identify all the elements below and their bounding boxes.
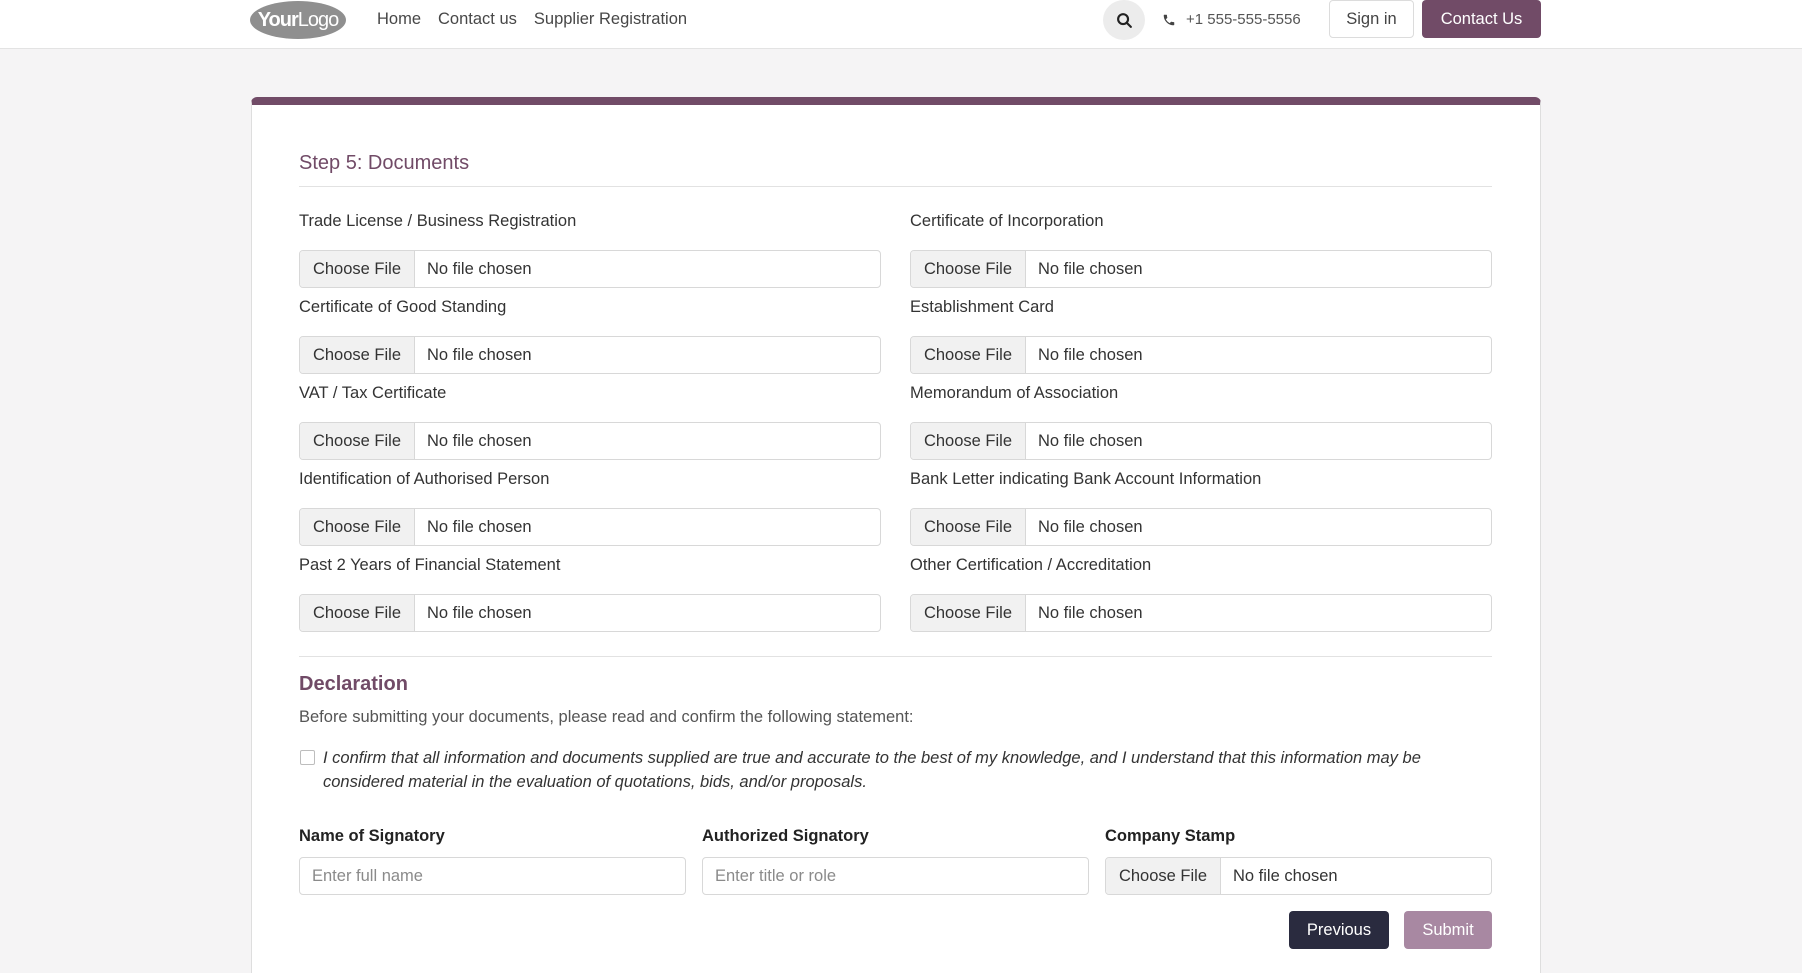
logo[interactable]: Your Logo [250,1,346,39]
search-icon [1116,12,1132,28]
file-status: No file chosen [1038,345,1143,364]
choose-file-button[interactable]: Choose File [300,251,415,287]
document-label: Bank Letter indicating Bank Account Info… [910,470,1262,488]
search-button[interactable] [1103,0,1145,40]
document-file-input[interactable]: Choose File No file chosen [910,508,1492,546]
document-file-input[interactable]: Choose File No file chosen [910,250,1492,288]
divider [299,656,1492,657]
site-header: Your Logo Home Contact us Supplier Regist… [0,0,1802,49]
step-title: Step 5: Documents [299,152,470,174]
logo-light-text: Logo [297,8,339,31]
main-nav: Home Contact us Supplier Registration [377,10,687,29]
choose-file-button[interactable]: Choose File [300,337,415,373]
document-label: Certificate of Good Standing [299,298,507,316]
document-label: Certificate of Incorporation [910,212,1104,230]
file-status: No file chosen [1038,259,1143,278]
document-file-input[interactable]: Choose File No file chosen [910,422,1492,460]
document-label: Past 2 Years of Financial Statement [299,556,561,574]
declaration-intro: Before submitting your documents, please… [299,708,914,726]
document-file-input[interactable]: Choose File No file chosen [910,594,1492,632]
phone-contact[interactable]: +1 555-555-5556 [1162,11,1301,28]
document-file-input[interactable]: Choose File No file chosen [299,250,881,288]
phone-number: +1 555-555-5556 [1186,11,1301,28]
document-label: Other Certification / Accreditation [910,556,1152,574]
declaration-title: Declaration [299,673,408,695]
document-label: VAT / Tax Certificate [299,384,447,402]
file-status: No file chosen [1038,517,1143,536]
phone-icon [1163,14,1175,25]
nav-supplier-registration[interactable]: Supplier Registration [534,10,687,29]
document-label: Memorandum of Association [910,384,1119,402]
company-stamp-file-input[interactable]: Choose File No file chosen [1105,857,1492,895]
file-status: No file chosen [427,345,532,364]
document-file-input[interactable]: Choose File No file chosen [299,336,881,374]
choose-file-button[interactable]: Choose File [300,423,415,459]
file-status: No file chosen [427,259,532,278]
document-file-input[interactable]: Choose File No file chosen [299,422,881,460]
choose-file-button[interactable]: Choose File [911,509,1026,545]
document-file-input[interactable]: Choose File No file chosen [910,336,1492,374]
file-status: No file chosen [427,603,532,622]
name-of-signatory-input[interactable] [299,857,686,895]
choose-file-button[interactable]: Choose File [911,595,1026,631]
name-of-signatory-label: Name of Signatory [299,827,445,845]
choose-file-button[interactable]: Choose File [911,251,1026,287]
nav-contact-us[interactable]: Contact us [438,10,517,29]
document-label: Trade License / Business Registration [299,212,577,230]
choose-file-button[interactable]: Choose File [300,509,415,545]
file-status: No file chosen [427,431,532,450]
choose-file-button[interactable]: Choose File [911,337,1026,373]
submit-button[interactable]: Submit [1404,911,1492,949]
choose-file-button[interactable]: Choose File [1106,858,1221,894]
choose-file-button[interactable]: Choose File [911,423,1026,459]
document-label: Establishment Card [910,298,1054,316]
file-status: No file chosen [1038,431,1143,450]
document-file-input[interactable]: Choose File No file chosen [299,508,881,546]
file-status: No file chosen [1038,603,1143,622]
contact-us-button[interactable]: Contact Us [1422,0,1541,38]
previous-button[interactable]: Previous [1289,911,1389,949]
document-label: Identification of Authorised Person [299,470,550,488]
nav-home[interactable]: Home [377,10,421,29]
company-stamp-label: Company Stamp [1105,827,1236,845]
file-status: No file chosen [427,517,532,536]
logo-bold-text: Your [257,8,299,31]
authorized-signatory-label: Authorized Signatory [702,827,869,845]
choose-file-button[interactable]: Choose File [300,595,415,631]
authorized-signatory-input[interactable] [702,857,1089,895]
document-file-input[interactable]: Choose File No file chosen [299,594,881,632]
confirm-statement[interactable]: I confirm that all information and docum… [323,746,1503,794]
file-status: No file chosen [1233,866,1338,885]
divider [299,186,1492,187]
sign-in-button[interactable]: Sign in [1329,0,1414,38]
confirm-checkbox[interactable] [300,750,315,765]
